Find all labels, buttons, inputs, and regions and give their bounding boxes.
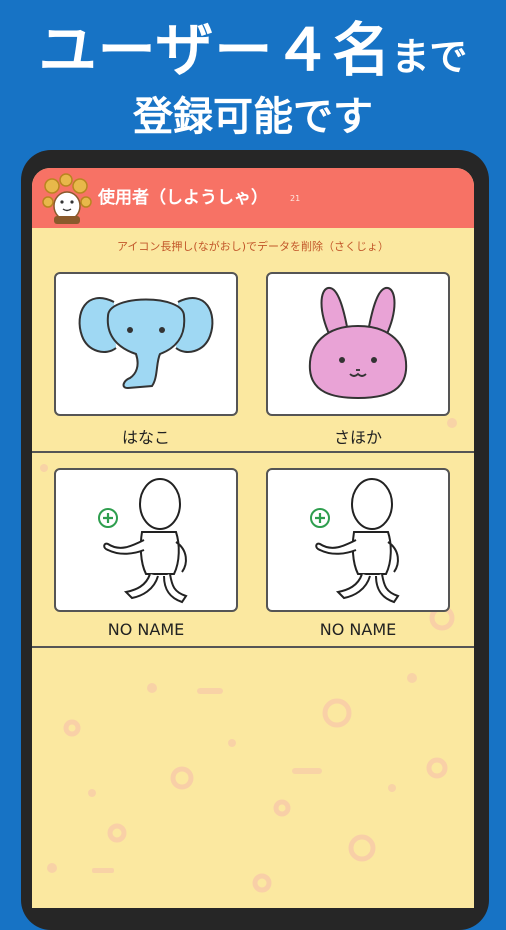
elephant-icon: [78, 297, 214, 390]
app-logo-icon: [42, 173, 92, 224]
user-name-2: さほか: [333, 428, 382, 447]
headline-line-1: ユーザー４名まで: [0, 8, 506, 92]
headline-main: ユーザー４名: [38, 16, 392, 84]
user-name-1: はなこ: [121, 428, 170, 447]
delete-hint: アイコン長押し(ながおし)でデータを削除（さくじょ）: [116, 240, 390, 253]
user-name-4: NO NAME: [319, 620, 397, 639]
rabbit-icon: [308, 287, 408, 400]
add-user-icon: [98, 478, 188, 604]
user-card-1[interactable]: [54, 272, 238, 416]
add-user-card-2[interactable]: [266, 468, 450, 612]
row-divider-1: [32, 451, 474, 453]
app-bar: 使用者（しようしゃ） 21: [32, 168, 474, 228]
user-name-3: NO NAME: [107, 620, 185, 639]
user-count: 21: [290, 194, 301, 203]
user-card-2[interactable]: [266, 272, 450, 416]
app-screen: 使用者（しようしゃ） 21 アイコン長押し(ながおし)でデータを削除（さくじょ）…: [32, 168, 474, 908]
add-user-icon: [310, 478, 400, 604]
row-divider-2: [32, 646, 474, 648]
add-user-card-1[interactable]: [54, 468, 238, 612]
app-bar-title: 使用者（しようしゃ）: [98, 188, 268, 208]
headline-line-2: 登録可能です: [133, 94, 373, 140]
headline-suffix: まで: [391, 35, 468, 79]
